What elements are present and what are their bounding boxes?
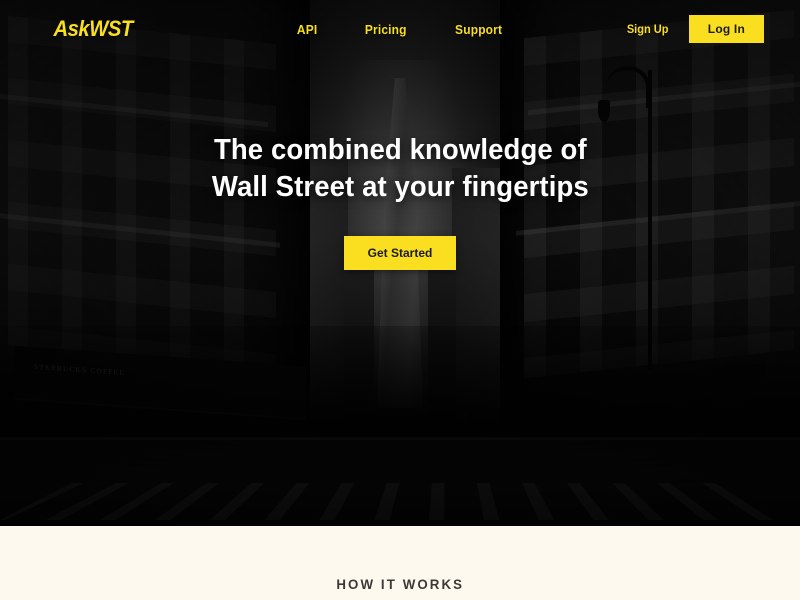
get-started-button[interactable]: Get Started [343,235,457,270]
hero-section: STARBUCKS COFFEE AskWST API Pricing Supp… [0,0,800,526]
nav-link-pricing[interactable]: Pricing [365,22,407,37]
nav-link-api[interactable]: API [296,22,316,37]
log-in-button[interactable]: Log In [688,15,764,43]
sign-up-link[interactable]: Sign Up [627,22,669,36]
nav-actions: Sign Up Log In [625,15,764,43]
how-it-works-section: HOW IT WORKS [0,526,800,600]
how-it-works-title: HOW IT WORKS [336,576,464,592]
hero-headline: The combined knowledge of Wall Street at… [211,134,589,203]
nav-link-support[interactable]: Support [455,22,502,37]
brand-logo[interactable]: AskWST [53,16,133,42]
navbar: AskWST API Pricing Support Sign Up Log I… [0,0,800,58]
hero-content: The combined knowledge of Wall Street at… [0,0,800,526]
